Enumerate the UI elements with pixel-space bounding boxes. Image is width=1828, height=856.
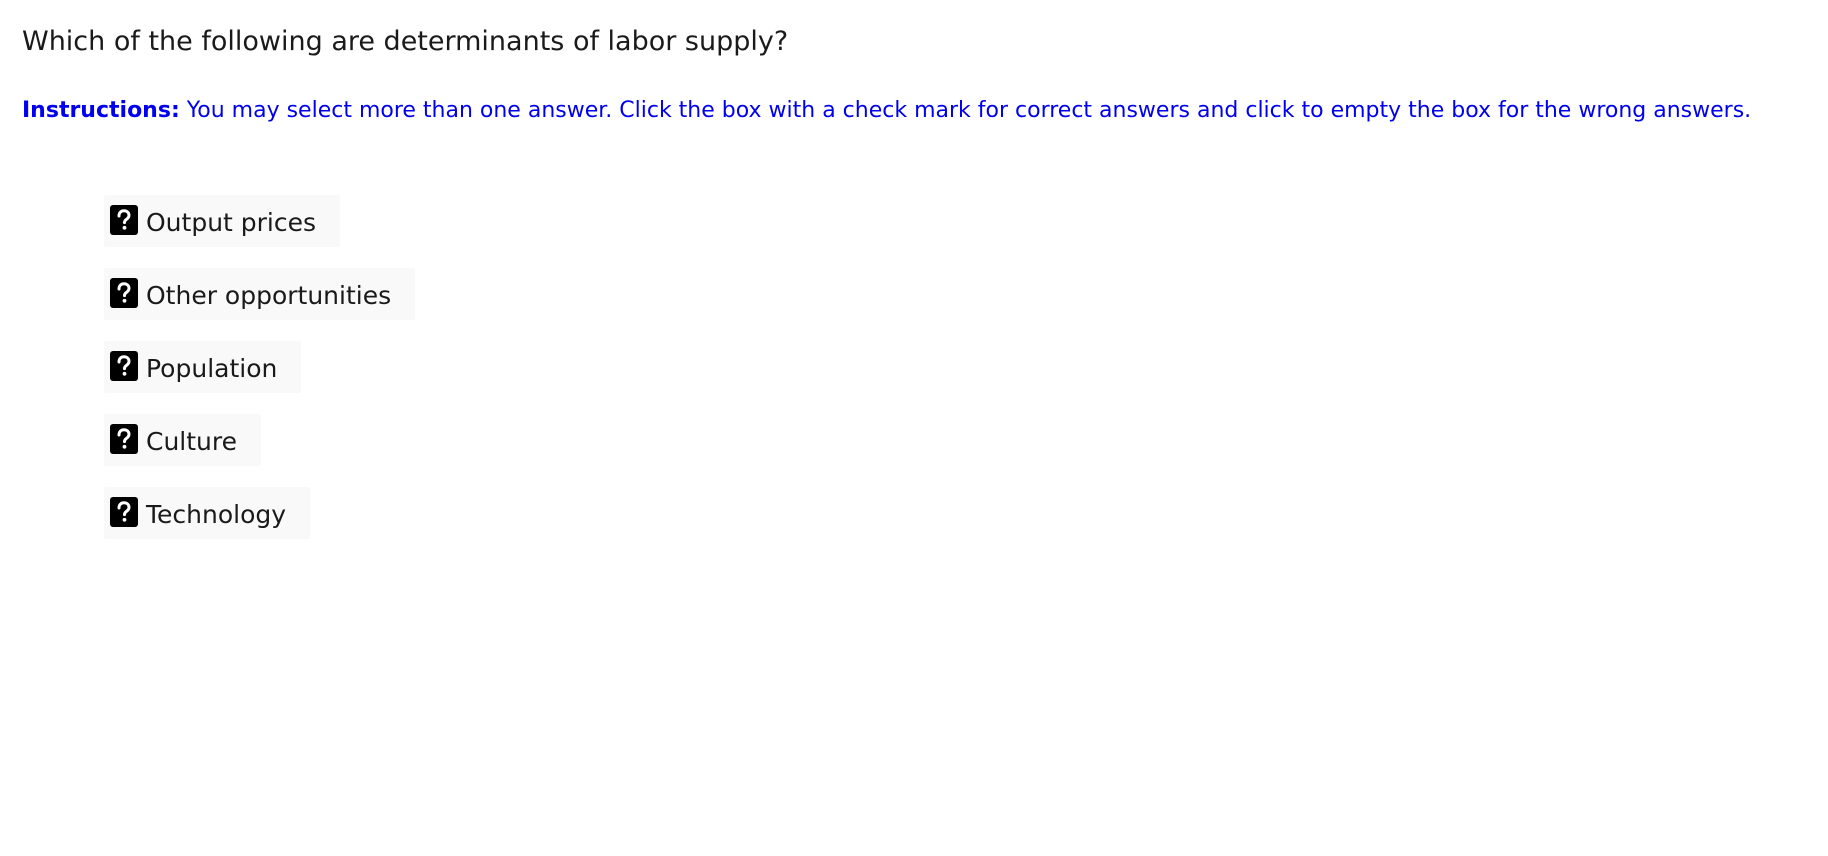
instructions: Instructions: You may select more than o… [22,96,1828,126]
question-mark-icon[interactable] [110,497,138,527]
question-area: Which of the following are determinants … [0,0,1828,126]
question-mark-icon[interactable] [110,205,138,235]
answer-option-label: Other opportunities [146,281,392,310]
answer-option-other-opportunities[interactable]: Other opportunities [104,268,416,320]
answer-option-label: Population [146,354,278,383]
answer-option-label: Technology [146,500,287,529]
question-mark-icon[interactable] [110,278,138,308]
answer-option-output-prices[interactable]: Output prices [104,195,341,247]
answer-option-label: Culture [146,427,238,456]
question-prompt: Which of the following are determinants … [22,26,789,57]
instructions-lead: Instructions: [22,98,180,123]
question-mark-icon[interactable] [110,424,138,454]
answer-option-population[interactable]: Population [104,341,302,393]
instructions-text: You may select more than one answer. Cli… [179,98,1752,123]
answer-option-label: Output prices [146,208,317,237]
answer-option-culture[interactable]: Culture [104,414,262,466]
question-mark-icon[interactable] [110,351,138,381]
answer-option-technology[interactable]: Technology [104,487,311,539]
answer-options-list: Output prices Other opportunities Popula… [104,195,416,560]
